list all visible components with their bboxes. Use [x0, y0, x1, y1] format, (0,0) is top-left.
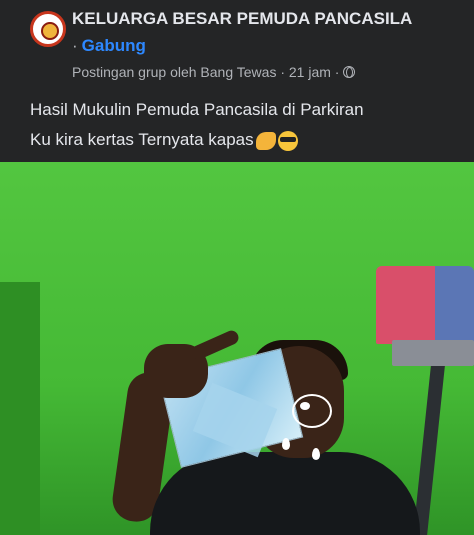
broom-bristles — [376, 266, 474, 344]
post-photo[interactable] — [0, 162, 474, 535]
post-caption-line1: Hasil Mukulin Pemuda Pancasila di Parkir… — [30, 100, 364, 119]
sunglasses-face-emoji-icon — [277, 130, 298, 151]
doodle-eye-drawing — [292, 394, 332, 428]
globe-icon — [343, 66, 356, 78]
post-meta: Postingan grup oleh Bang Tewas · 21 jam … — [72, 64, 356, 80]
doodle-tear-left — [282, 438, 290, 450]
group-name-link[interactable]: KELUARGA BESAR PEMUDA PANCASILA — [72, 9, 412, 29]
wall-corner-shadow — [0, 282, 40, 535]
group-avatar[interactable] — [30, 11, 66, 47]
doodle-tear-right — [312, 448, 320, 460]
group-post: KELUARGA BESAR PEMUDA PANCASILA · Gabung … — [0, 0, 474, 535]
post-caption-line2: Ku kira kertas Ternyata kapas — [30, 130, 298, 151]
broom-base — [392, 340, 474, 366]
join-label[interactable]: Gabung — [82, 36, 146, 55]
join-group-button[interactable]: · Gabung — [72, 36, 146, 56]
separator-dot: · — [72, 36, 78, 55]
flexed-biceps-emoji-icon — [255, 131, 276, 150]
post-meta-text[interactable]: Postingan grup oleh Bang Tewas · 21 jam … — [72, 64, 339, 80]
post-caption-line2-text: Ku kira kertas Ternyata kapas — [30, 130, 254, 149]
post-header: KELUARGA BESAR PEMUDA PANCASILA · Gabung … — [0, 0, 474, 162]
